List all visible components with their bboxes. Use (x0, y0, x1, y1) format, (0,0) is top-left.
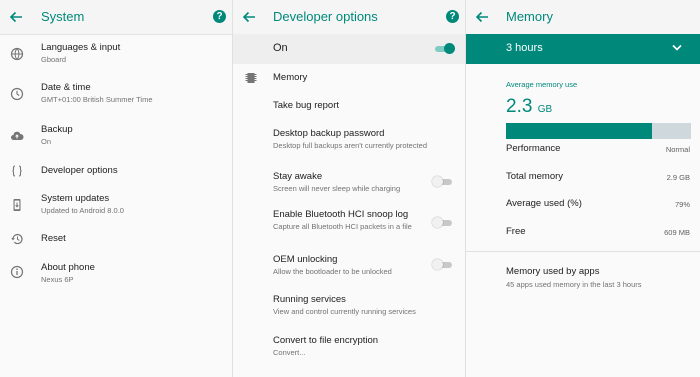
stat-row-average-used: Average used (%) 79% (466, 195, 700, 215)
average-memory-number: 2.3 (506, 96, 533, 117)
list-item-take-bug-report[interactable]: Take bug report (233, 96, 465, 116)
memory-panel: Memory 3 hours Average memory use 2.3 GB… (466, 0, 700, 377)
developer-options-panel: Developer options ? On Memory Take bug r… (233, 0, 465, 377)
item-title: Take bug report (273, 100, 340, 111)
toggle-knob (432, 217, 443, 228)
stat-value: 2.9 GB (666, 173, 690, 182)
stat-row-free: Free 609 MB (466, 223, 700, 243)
globe-icon (10, 47, 24, 61)
list-item-system-updates[interactable]: System updates Updated to Android 8.0.0 (0, 189, 232, 221)
memory-usage-fill (506, 123, 653, 139)
item-subtitle: On (41, 137, 52, 146)
stat-label: Total memory (506, 171, 564, 182)
list-item-desktop-backup-password[interactable]: Desktop backup password Desktop full bac… (233, 124, 465, 156)
stat-label: Performance (506, 143, 561, 154)
list-item-languages[interactable]: Languages & input Gboard (0, 38, 232, 70)
code-braces-icon (12, 165, 22, 177)
item-subtitle: Nexus 6P (41, 275, 74, 284)
cloud-upload-icon (11, 131, 24, 140)
item-title: Date & time (41, 82, 91, 93)
item-title: System updates (41, 193, 110, 204)
item-title: Reset (41, 233, 66, 244)
stat-row-total-memory: Total memory 2.9 GB (466, 168, 700, 188)
toggle-knob (432, 176, 443, 187)
master-switch-label: On (273, 42, 288, 54)
page-title: System (41, 9, 85, 24)
memory-chip-icon (245, 73, 257, 83)
oem-unlocking-toggle[interactable] (432, 259, 452, 270)
stat-value: 79% (674, 200, 690, 209)
average-memory-unit: GB (537, 104, 553, 115)
master-toggle[interactable] (435, 43, 455, 54)
back-arrow-icon[interactable] (8, 9, 24, 25)
period-value: 3 hours (506, 42, 543, 54)
item-subtitle: Screen will never sleep while charging (273, 184, 401, 193)
item-subtitle: 45 apps used memory in the last 3 hours (506, 280, 642, 289)
item-title: Memory used by apps (506, 266, 600, 277)
chevron-down-icon (672, 44, 682, 51)
item-title: Enable Bluetooth HCI snoop log (273, 209, 409, 220)
item-title: Memory (273, 72, 308, 83)
list-item-reset[interactable]: Reset (0, 230, 232, 250)
page-title: Developer options (273, 9, 378, 24)
stat-value: 609 MB (664, 228, 690, 237)
developer-app-bar: Developer options ? (233, 0, 465, 35)
page-title: Memory (506, 9, 553, 24)
stat-label: Average used (%) (506, 198, 582, 209)
stat-label: Free (506, 226, 526, 237)
bluetooth-hci-toggle[interactable] (432, 217, 452, 228)
memory-usage-bar (506, 123, 691, 139)
stat-row-performance: Performance Normal (466, 140, 700, 160)
memory-app-bar: Memory (466, 0, 700, 35)
stay-awake-toggle[interactable] (432, 176, 452, 187)
list-item-memory-used-by-apps[interactable]: Memory used by apps 45 apps used memory … (466, 262, 700, 296)
item-title: Backup (41, 124, 73, 135)
item-subtitle: Allow the bootloader to be unlocked (273, 267, 392, 276)
info-icon (10, 265, 24, 279)
phone-update-icon (13, 199, 21, 211)
section-divider (466, 251, 700, 252)
average-memory-value: 2.3 GB (506, 96, 552, 118)
system-panel: System ? Languages & input Gboard Date &… (0, 0, 232, 377)
list-item-developer-options[interactable]: Developer options (0, 162, 232, 182)
item-subtitle: View and control currently running servi… (273, 307, 416, 316)
back-arrow-icon[interactable] (474, 9, 490, 25)
list-item-oem-unlocking[interactable]: OEM unlocking Allow the bootloader to be… (233, 250, 465, 282)
list-item-bluetooth-hci-snoop[interactable]: Enable Bluetooth HCI snoop log Capture a… (233, 205, 465, 237)
toggle-knob (444, 43, 455, 54)
item-title: OEM unlocking (273, 254, 338, 265)
item-title: Convert to file encryption (273, 335, 379, 346)
history-icon (11, 233, 23, 245)
item-title: Languages & input (41, 42, 121, 53)
item-subtitle: Desktop full backups aren't currently pr… (273, 141, 428, 150)
item-title: Developer options (41, 165, 118, 176)
toggle-knob (432, 259, 443, 270)
item-subtitle: GMT+01:00 British Summer Time (41, 95, 153, 104)
list-item-date-time[interactable]: Date & time GMT+01:00 British Summer Tim… (0, 78, 232, 110)
clock-icon (10, 87, 24, 101)
back-arrow-icon[interactable] (241, 9, 257, 25)
item-title: Running services (273, 294, 346, 305)
item-subtitle: Convert... (273, 348, 306, 357)
master-switch-bar[interactable]: On (233, 34, 465, 64)
list-item-backup[interactable]: Backup On (0, 120, 232, 152)
help-icon[interactable]: ? (213, 10, 226, 23)
list-item-stay-awake[interactable]: Stay awake Screen will never sleep while… (233, 167, 465, 199)
list-item-memory[interactable]: Memory (233, 68, 465, 88)
item-subtitle: Updated to Android 8.0.0 (41, 206, 124, 215)
item-title: About phone (41, 262, 95, 273)
stat-value: Normal (665, 145, 690, 154)
list-item-convert-file-encryption[interactable]: Convert to file encryption Convert... (233, 331, 465, 363)
list-item-about-phone[interactable]: About phone Nexus 6P (0, 258, 232, 290)
item-subtitle: Gboard (41, 55, 67, 64)
item-subtitle: Capture all Bluetooth HCI packets in a f… (273, 222, 412, 231)
item-title: Desktop backup password (273, 128, 385, 139)
period-selector[interactable]: 3 hours (466, 34, 700, 64)
average-memory-label: Average memory use (506, 80, 578, 89)
list-item-running-services[interactable]: Running services View and control curren… (233, 290, 465, 322)
item-title: Stay awake (273, 171, 323, 182)
system-app-bar: System ? (0, 0, 232, 35)
help-icon[interactable]: ? (446, 10, 459, 23)
